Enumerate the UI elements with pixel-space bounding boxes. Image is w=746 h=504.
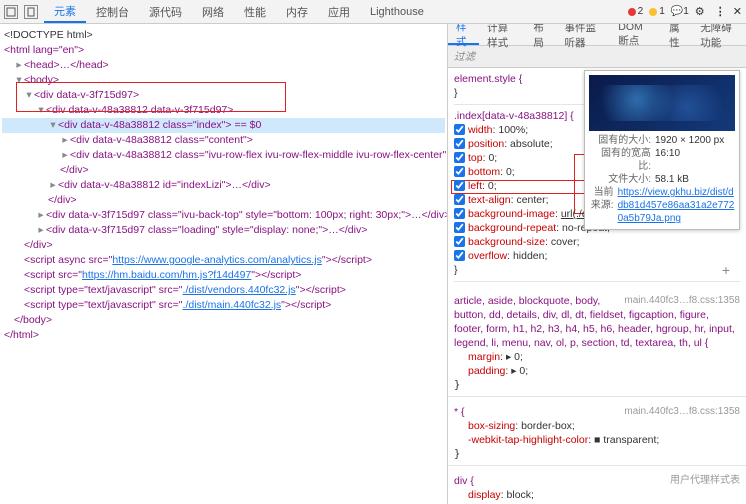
tab-console[interactable]: 控制台 [86,0,139,23]
tab-elements[interactable]: 元素 [44,0,86,23]
prop-toggle[interactable] [454,236,465,247]
tab-listeners[interactable]: 事件监听器 [556,24,610,45]
prop-toggle[interactable] [454,208,465,219]
html-close[interactable]: </html> [2,328,445,343]
dom-close[interactable]: </div> [2,163,445,178]
tab-network[interactable]: 网络 [192,0,234,23]
dom-node[interactable]: ▾<div data-v-48a38812 data-v-3f715d97> [2,103,445,118]
prop-toggle[interactable] [454,180,465,191]
device-icon[interactable] [24,5,38,19]
tab-application[interactable]: 应用 [318,0,360,23]
tab-props[interactable]: 属性 [661,24,692,45]
chat-icon[interactable]: 💬1 [671,6,689,17]
prop-toggle[interactable] [454,166,465,177]
prop-toggle[interactable] [454,194,465,205]
settings-icon[interactable]: ⚙ [695,5,709,19]
dom-tree[interactable]: <!DOCTYPE html> <html lang="en"> ▸<head>… [0,24,448,504]
head-tag[interactable]: ▸<head>…</head> [2,58,445,73]
preview-image [589,75,735,131]
styles-panel: 样式 计算样式 布局 事件监听器 DOM 断点 属性 无障碍功能 过滤 固有的大… [448,24,746,504]
more-icon[interactable]: ⋮ [715,5,727,18]
doctype[interactable]: <!DOCTYPE html> [2,28,445,43]
script-tag[interactable]: <script async src="https://www.google-an… [2,253,445,268]
dom-node[interactable]: ▸<div data-v-48a38812 class="ivu-row-fle… [2,148,445,163]
body-tag[interactable]: ▾<body> [2,73,445,88]
panel-tabs: 元素 控制台 源代码 网络 性能 内存 应用 Lighthouse [44,0,434,23]
prop-toggle[interactable] [454,222,465,233]
dom-node[interactable]: ▸<div data-v-48a38812 id="indexLizi">…</… [2,178,445,193]
tab-performance[interactable]: 性能 [234,0,276,23]
prop-toggle[interactable] [454,124,465,135]
styles-tabs: 样式 计算样式 布局 事件监听器 DOM 断点 属性 无障碍功能 [448,24,746,46]
tab-dombp[interactable]: DOM 断点 [610,24,661,45]
close-icon[interactable]: ✕ [733,5,742,18]
prop-toggle[interactable] [454,152,465,163]
dom-close[interactable]: </div> [2,238,445,253]
prop-toggle[interactable] [454,138,465,149]
image-preview-tooltip: 固有的大小:1920 × 1200 px 固有的宽高比:16:10 文件大小:5… [584,70,740,230]
dom-node-selected[interactable]: ▾<div data-v-48a38812 class="index"> == … [2,118,445,133]
tab-styles[interactable]: 样式 [448,24,479,45]
dom-node[interactable]: ▸<div data-v-3f715d97 class="loading" st… [2,223,445,238]
tab-lighthouse[interactable]: Lighthouse [360,0,434,23]
tab-a11y[interactable]: 无障碍功能 [692,24,746,45]
script-tag[interactable]: <script type="text/javascript" src="./di… [2,298,445,313]
error-count[interactable]: 2 [628,6,644,17]
body-close[interactable]: </body> [2,313,445,328]
prop-toggle[interactable] [454,250,465,261]
script-tag[interactable]: <script src="https://hm.baidu.com/hm.js?… [2,268,445,283]
add-rule-icon[interactable]: + [722,263,730,277]
script-tag[interactable]: <script type="text/javascript" src="./di… [2,283,445,298]
tab-sources[interactable]: 源代码 [139,0,192,23]
tab-layout[interactable]: 布局 [525,24,556,45]
dom-node[interactable]: ▾<div data-v-3f715d97> [2,88,445,103]
rule-div[interactable]: 用户代理样式表 div { display: block;} [448,470,746,504]
dom-node[interactable]: ▸<div data-v-48a38812 class="content"> [2,133,445,148]
rule-star[interactable]: main.440fc3…f8.css:1358 * { box-sizing: … [448,401,746,466]
inspect-icon[interactable] [4,5,18,19]
tab-memory[interactable]: 内存 [276,0,318,23]
warning-count[interactable]: 1 [649,6,665,17]
tab-computed[interactable]: 计算样式 [479,24,525,45]
dom-node[interactable]: ▸<div data-v-3f715d97 class="ivu-back-to… [2,208,445,223]
devtools-toolbar: 元素 控制台 源代码 网络 性能 内存 应用 Lighthouse 2 1 💬1… [0,0,746,24]
dom-close[interactable]: </div> [2,193,445,208]
html-tag[interactable]: <html lang="en"> [2,43,445,58]
rule-reset[interactable]: main.440fc3…f8.css:1358 article, aside, … [448,290,746,397]
